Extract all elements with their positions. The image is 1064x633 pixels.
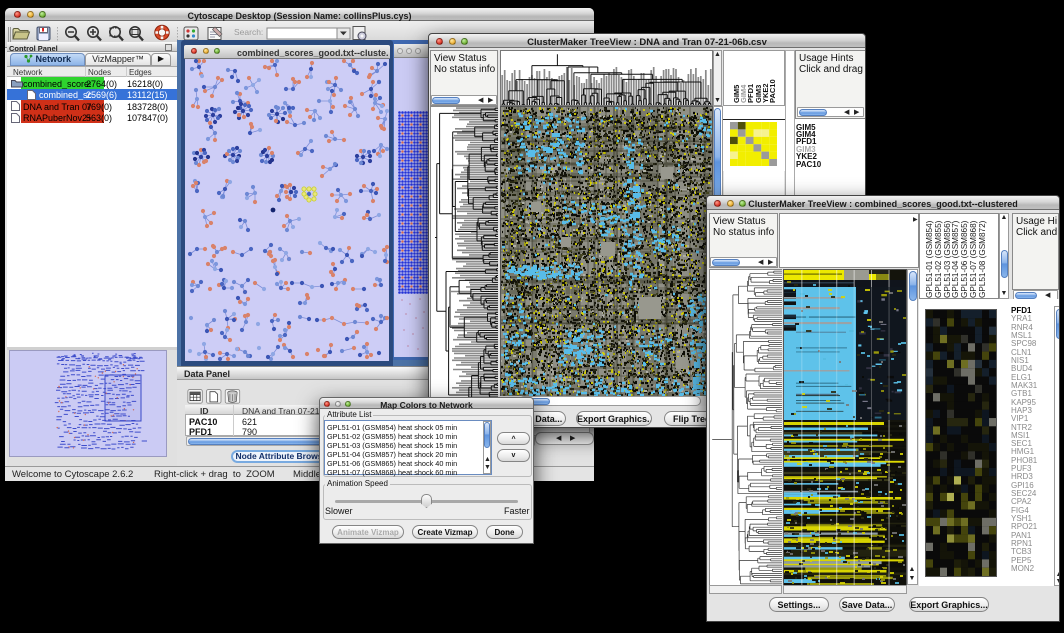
svg-text:Search:: Search: — [234, 27, 263, 37]
